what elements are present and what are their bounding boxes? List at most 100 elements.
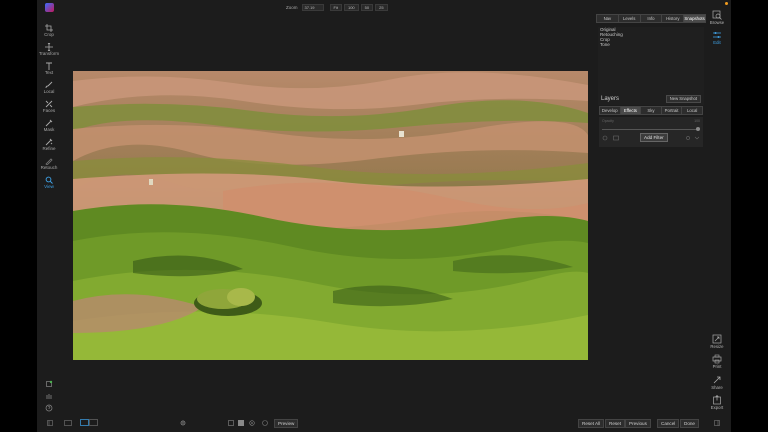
compare-view-icon[interactable] — [80, 419, 98, 427]
browse-icon — [712, 10, 722, 20]
resize-icon — [712, 334, 722, 344]
zoom-fit-button[interactable]: Fit — [329, 4, 342, 11]
tab-nav[interactable]: Nav — [596, 14, 618, 23]
layer-tab-local[interactable]: Local — [681, 106, 703, 115]
zoom-100-button[interactable]: 100 — [343, 4, 359, 11]
tool-local[interactable]: Local — [37, 81, 61, 95]
reset-all-button[interactable]: Reset All — [578, 419, 605, 428]
opacity-value: 100 — [694, 119, 700, 123]
tool-transform[interactable]: Transform — [37, 42, 61, 57]
snapshot-list: Original Retouching Crop Tone New Snapsh… — [598, 27, 704, 105]
visibility-icon[interactable] — [685, 135, 691, 141]
tool-label: Retouch — [40, 165, 58, 170]
layer-tab-develop[interactable]: Develop — [599, 106, 620, 115]
retouch-icon — [45, 157, 53, 166]
text-icon — [45, 62, 53, 70]
notification-badge — [725, 2, 728, 5]
tool-label: Crop — [44, 32, 54, 37]
zoom-input[interactable]: 37.19 — [301, 4, 324, 11]
tool-refine[interactable]: Refine — [37, 138, 61, 152]
module-label: Resize — [710, 344, 724, 349]
cancel-button[interactable]: Cancel — [657, 419, 680, 428]
panel-left-icon[interactable] — [47, 420, 53, 426]
settings-icon[interactable] — [179, 419, 187, 427]
tab-snapshots[interactable]: Snapshots — [683, 14, 706, 23]
help-icon — [45, 404, 53, 412]
panel-right-icon[interactable] — [714, 420, 720, 426]
zoom-bar: Zoom 37.19 Fit 100 50 25 — [286, 3, 388, 12]
tool-view[interactable]: View — [37, 176, 61, 190]
opacity-slider-track[interactable] — [602, 129, 698, 130]
view-icon — [45, 176, 53, 184]
module-label: Share — [711, 385, 723, 390]
help-button[interactable] — [37, 404, 61, 412]
tab-history[interactable]: History — [661, 14, 684, 23]
export-icon — [712, 395, 722, 405]
module-share[interactable]: Share — [706, 375, 728, 391]
info-tabs: Nav Levels Info History Snapshots — [596, 14, 706, 23]
right-panel: Nav Levels Info History Snapshots Origin… — [596, 14, 706, 150]
app-logo-icon — [45, 3, 54, 12]
layer-tab-sky[interactable]: Sky — [640, 106, 661, 115]
module-export[interactable]: Export — [706, 395, 728, 411]
faces-icon — [45, 100, 53, 108]
module-edit[interactable]: Edit — [706, 30, 728, 46]
layer-tab-portrait[interactable]: Portrait — [660, 106, 682, 115]
module-print[interactable]: Print — [706, 354, 728, 370]
tool-mask[interactable]: Mask — [37, 119, 61, 133]
hand-icon — [45, 392, 53, 400]
opacity-label: Opacity — [602, 119, 614, 123]
tool-label: Local — [43, 89, 55, 94]
reset-button[interactable]: Reset — [605, 419, 626, 428]
transform-icon — [45, 42, 53, 52]
tool-retouch[interactable]: Retouch — [37, 157, 61, 171]
layer-controls: Opacity 100 Add Filter — [599, 117, 703, 147]
new-snapshot-button[interactable]: New Snapshot — [665, 95, 701, 103]
tool-label: Text — [44, 70, 54, 75]
local-brush-icon — [45, 81, 53, 89]
zoom-50-button[interactable]: 50 — [360, 4, 374, 11]
opacity-slider-thumb[interactable] — [696, 127, 700, 131]
module-label: Export — [710, 405, 724, 410]
info-icon[interactable] — [262, 420, 268, 426]
edit-sliders-icon — [712, 30, 722, 40]
target-icon[interactable] — [249, 420, 255, 426]
preview-button[interactable]: Preview — [274, 419, 299, 428]
tab-info[interactable]: Info — [639, 14, 662, 23]
zoom-25-button[interactable]: 25 — [375, 4, 388, 11]
layers-toggle[interactable] — [37, 380, 61, 388]
module-label: Print — [712, 364, 722, 369]
module-label: Edit — [713, 40, 721, 45]
print-icon — [712, 354, 722, 364]
add-filter-button[interactable]: Add Filter — [640, 133, 668, 142]
module-resize[interactable]: Resize — [706, 334, 728, 350]
blend-mode-icon[interactable] — [613, 135, 619, 141]
tool-text[interactable]: Text — [37, 62, 61, 76]
tool-crop[interactable]: Crop — [37, 24, 61, 38]
tool-label: Faces — [42, 108, 56, 113]
tool-label: Refine — [42, 146, 56, 151]
photo-canvas[interactable] — [73, 71, 588, 360]
layer-tab-effects[interactable]: Effects — [619, 106, 641, 115]
mask-overlay-icon[interactable] — [238, 420, 244, 426]
tool-label: Mask — [43, 127, 55, 132]
share-icon — [712, 375, 722, 385]
snapshot-item[interactable]: Tone — [598, 42, 704, 47]
square-icon[interactable] — [228, 420, 234, 426]
module-label: Browse — [709, 20, 725, 25]
crop-icon — [45, 24, 53, 32]
app-window: Crop Transform Text Local Faces Mask Ref… — [0, 0, 768, 432]
zoom-label: Zoom — [286, 5, 298, 10]
module-browse[interactable]: Browse — [706, 10, 728, 26]
done-button[interactable]: Done — [680, 419, 699, 428]
tab-levels[interactable]: Levels — [617, 14, 640, 23]
gear-icon[interactable] — [602, 135, 608, 141]
refine-icon — [45, 138, 53, 146]
tool-faces[interactable]: Faces — [37, 100, 61, 114]
tool-label: Transform — [38, 51, 60, 56]
previous-button[interactable]: Previous — [625, 419, 651, 428]
hand-tool[interactable] — [37, 392, 61, 400]
layers-title: Layers — [601, 96, 620, 102]
chevron-down-icon[interactable] — [694, 135, 700, 141]
filmstrip-icon[interactable] — [64, 420, 72, 426]
